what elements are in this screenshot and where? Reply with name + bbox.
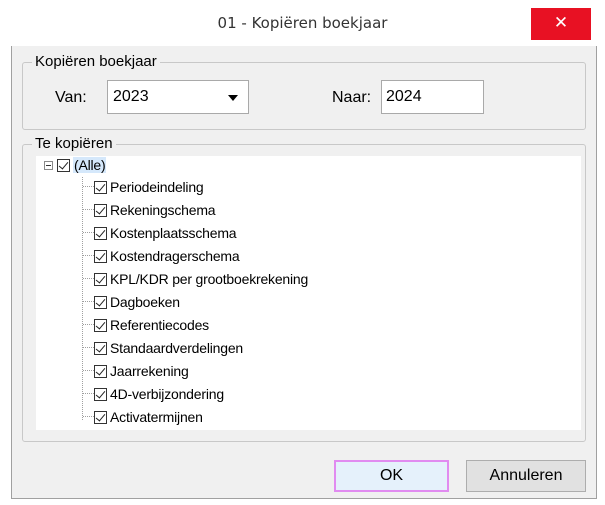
collapse-icon[interactable] bbox=[44, 161, 53, 170]
tree-item-label: KPL/KDR per grootboekrekening bbox=[110, 271, 309, 287]
tree-item-label: Rekeningschema bbox=[110, 202, 216, 218]
tree-item-label: Standaardverdelingen bbox=[110, 340, 243, 356]
window-title: 01 - Kopiëren boekjaar bbox=[217, 14, 388, 32]
tree-item-label: Kostenplaatsschema bbox=[110, 225, 237, 241]
checkbox-checked-icon[interactable] bbox=[94, 295, 107, 309]
tree-item-kostendragerschema[interactable]: Kostendragerschema bbox=[94, 245, 240, 267]
ok-button[interactable]: OK bbox=[334, 460, 449, 492]
checkbox-checked-icon[interactable] bbox=[94, 180, 107, 194]
tree-item-rekeningschema[interactable]: Rekeningschema bbox=[94, 199, 216, 221]
checkbox-checked-icon[interactable] bbox=[94, 410, 107, 424]
checkbox-checked-icon[interactable] bbox=[94, 272, 107, 286]
tree-item-referentiecodes[interactable]: Referentiecodes bbox=[94, 314, 209, 336]
from-year-dropdown[interactable]: 2023 bbox=[107, 80, 249, 114]
title-bar[interactable]: 01 - Kopiëren boekjaar ✕ bbox=[0, 0, 605, 46]
to-year-value: 2024 bbox=[386, 88, 422, 105]
tree-item-dagboeken[interactable]: Dagboeken bbox=[94, 291, 180, 313]
copy-group-legend: Te kopiëren bbox=[32, 135, 116, 153]
checkbox-checked-icon[interactable] bbox=[94, 364, 107, 378]
tree-item-kostenplaatsschema[interactable]: Kostenplaatsschema bbox=[94, 222, 237, 244]
tree-root-alle[interactable]: (Alle) bbox=[57, 154, 107, 176]
checkbox-checked-icon[interactable] bbox=[94, 249, 107, 263]
checkbox-checked-icon[interactable] bbox=[94, 318, 107, 332]
tree-item-label: (Alle) bbox=[73, 157, 107, 173]
tree-item-label: Referentiecodes bbox=[110, 317, 209, 333]
checkbox-checked-icon[interactable] bbox=[94, 203, 107, 217]
tree-item-activatermijnen[interactable]: Activatermijnen bbox=[94, 406, 203, 428]
tree-item-label: 4D-verbijzondering bbox=[110, 386, 224, 402]
close-icon: ✕ bbox=[553, 13, 569, 33]
to-year-label: Naar: bbox=[332, 89, 372, 106]
tree-item-periodeindeling[interactable]: Periodeindeling bbox=[94, 176, 204, 198]
from-year-label: Van: bbox=[55, 89, 87, 106]
tree-item-4d-verbijzondering[interactable]: 4D-verbijzondering bbox=[94, 383, 224, 405]
tree-item-standaardverdelingen[interactable]: Standaardverdelingen bbox=[94, 337, 243, 359]
tree-item-label: Dagboeken bbox=[110, 294, 180, 310]
tree-item-label: Jaarrekening bbox=[110, 363, 189, 379]
tree-item-label: Activatermijnen bbox=[110, 409, 203, 425]
tree-item-kpl-kdr[interactable]: KPL/KDR per grootboekrekening bbox=[94, 268, 308, 290]
year-group-legend: Kopiëren boekjaar bbox=[32, 53, 160, 71]
checkbox-checked-icon[interactable] bbox=[94, 387, 107, 401]
chevron-down-icon[interactable] bbox=[228, 95, 238, 101]
dialog-body: Kopiëren boekjaar Van: 2023 Naar: 2024 T… bbox=[11, 46, 597, 499]
close-button[interactable]: ✕ bbox=[531, 8, 591, 40]
tree-item-label: Kostendragerschema bbox=[110, 248, 240, 264]
from-year-value: 2023 bbox=[113, 88, 149, 105]
checkbox-checked-icon[interactable] bbox=[57, 158, 70, 172]
checkbox-checked-icon[interactable] bbox=[94, 226, 107, 240]
cancel-button[interactable]: Annuleren bbox=[466, 460, 586, 492]
dialog-window: 01 - Kopiëren boekjaar ✕ Kopiëren boekja… bbox=[0, 0, 605, 505]
copy-tree[interactable]: (Alle) Periodeindeling Rekeningschema Ko… bbox=[36, 156, 581, 430]
checkbox-checked-icon[interactable] bbox=[94, 341, 107, 355]
tree-item-label: Periodeindeling bbox=[110, 179, 204, 195]
to-year-input[interactable]: 2024 bbox=[381, 80, 484, 114]
tree-item-jaarrekening[interactable]: Jaarrekening bbox=[94, 360, 189, 382]
